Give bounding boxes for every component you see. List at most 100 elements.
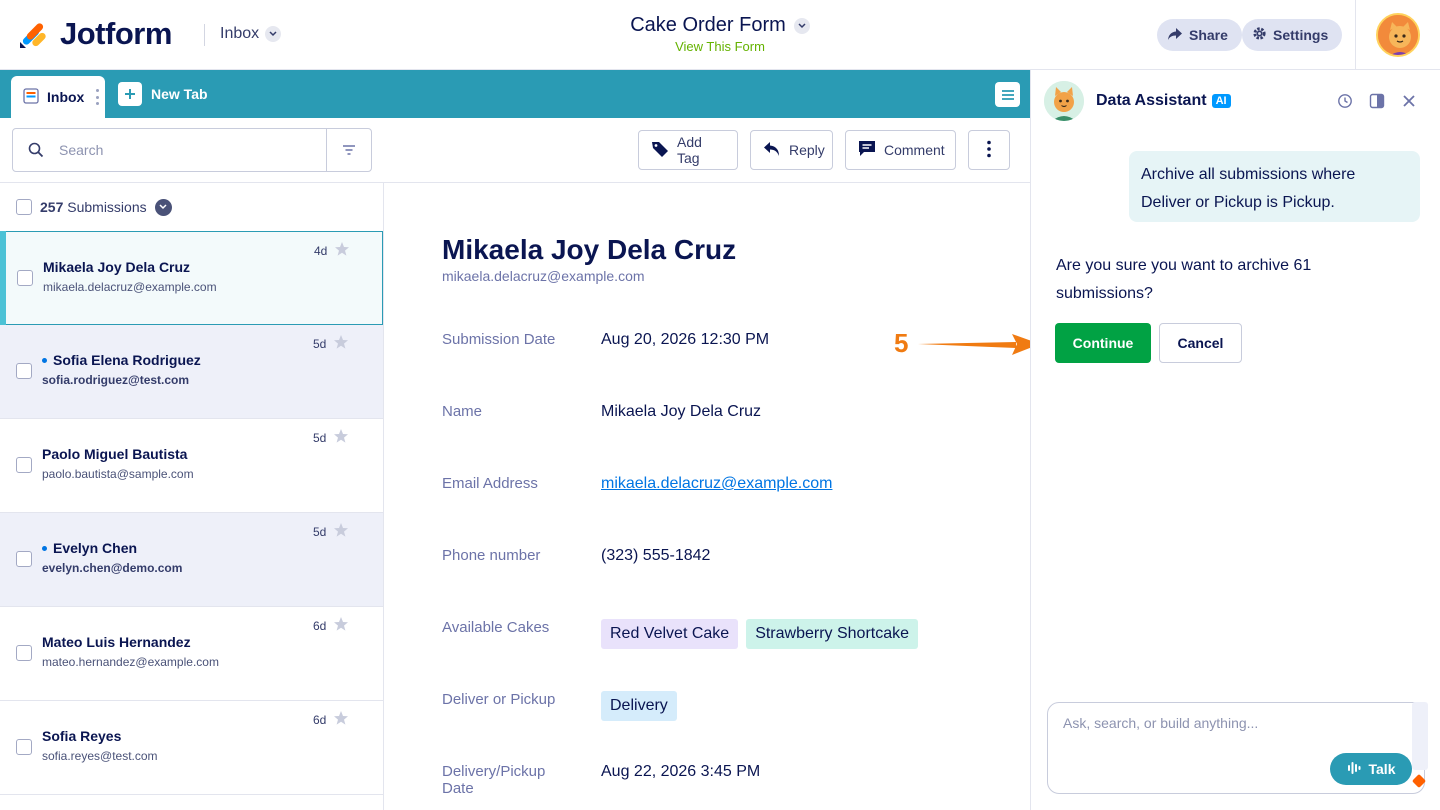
submission-rows: Mikaela Joy Dela Cruz mikaela.delacruz@ex… [0, 231, 383, 795]
row-email: paolo.bautista@sample.com [42, 467, 194, 481]
continue-button[interactable]: Continue [1055, 323, 1151, 363]
top-header: Jotform Inbox Cake Order Form View This … [0, 0, 1440, 70]
talk-button[interactable]: Talk [1330, 753, 1412, 785]
filter-button[interactable] [326, 129, 371, 171]
star-icon[interactable] [333, 334, 349, 355]
chat-input-box: Talk [1047, 702, 1425, 794]
row-checkbox[interactable] [16, 363, 32, 379]
vertical-dots-icon [987, 140, 991, 161]
cake-chip: Strawberry Shortcake [746, 619, 919, 649]
hamburger-menu-icon[interactable] [995, 82, 1020, 107]
row-checkbox[interactable] [16, 739, 32, 755]
row-name: Mikaela Joy Dela Cruz [43, 259, 191, 275]
submission-row[interactable]: Paolo Miguel Bautista paolo.bautista@samp… [0, 419, 383, 513]
user-avatar[interactable] [1376, 13, 1420, 57]
submission-row[interactable]: Mateo Luis Hernandez mateo.hernandez@exam… [0, 607, 383, 701]
row-age: 5d [313, 525, 327, 539]
search-icon [13, 129, 51, 171]
chevron-down-icon [793, 17, 810, 34]
reply-label: Reply [789, 142, 825, 158]
comment-label: Comment [884, 142, 945, 158]
row-age: 5d [313, 337, 327, 351]
inbox-dropdown-label: Inbox [220, 25, 260, 42]
settings-button[interactable]: Settings [1242, 19, 1343, 51]
name-label: Name [442, 403, 483, 420]
star-icon[interactable] [333, 428, 349, 449]
row-email: mateo.hernandez@example.com [42, 655, 219, 669]
row-checkbox[interactable] [16, 645, 32, 661]
delivery-chip: Delivery [601, 691, 677, 721]
share-label: Share [1189, 27, 1228, 43]
search-input[interactable] [51, 129, 326, 171]
submission-row[interactable]: Sofia Reyes sofia.reyes@test.com 6d [0, 701, 383, 795]
row-name: Paolo Miguel Bautista [42, 446, 188, 462]
deliver-pickup-value: Delivery [601, 691, 685, 721]
microphone-wave-icon [1347, 761, 1361, 777]
history-icon[interactable] [1336, 92, 1354, 110]
add-tag-button[interactable]: Add Tag [638, 130, 738, 170]
star-icon[interactable] [333, 522, 349, 543]
comment-button[interactable]: Comment [845, 130, 956, 170]
tab-bar: Inbox New Tab [0, 70, 1030, 118]
header-divider [204, 24, 205, 46]
assistant-avatar [1044, 81, 1084, 121]
row-checkbox[interactable] [16, 457, 32, 473]
row-age: 6d [313, 619, 327, 633]
brand-name: Jotform [60, 16, 172, 51]
row-age: 4d [314, 244, 328, 258]
cakes-label: Available Cakes [442, 619, 550, 636]
reply-button[interactable]: Reply [750, 130, 833, 170]
panel-toggle-icon[interactable] [1368, 92, 1386, 110]
close-icon[interactable] [1400, 92, 1418, 110]
search-box [12, 128, 372, 172]
more-options-button[interactable] [968, 130, 1010, 170]
tab-options-icon[interactable] [95, 89, 99, 105]
jotform-logo-icon [18, 18, 50, 50]
delivery-date-value: Aug 22, 2026 3:45 PM [601, 763, 761, 780]
submission-row[interactable]: Sofia Elena Rodriguez sofia.rodriguez@tes… [0, 325, 383, 419]
assistant-message: Are you sure you want to archive 61 subm… [1056, 257, 1312, 302]
submitter-name: Mikaela Joy Dela Cruz [442, 234, 737, 265]
row-age: 6d [313, 713, 327, 727]
view-form-link[interactable]: View This Form [675, 39, 765, 54]
jotform-logo[interactable]: Jotform [18, 16, 172, 52]
assistant-title: Data Assistant AI [1096, 92, 1231, 110]
email-link[interactable]: mikaela.delacruz@example.com [601, 475, 832, 493]
header-divider [1355, 0, 1356, 70]
star-icon[interactable] [334, 241, 350, 262]
chevron-down-icon[interactable] [154, 198, 172, 216]
phone-label: Phone number [442, 547, 541, 564]
row-checkbox[interactable] [17, 270, 33, 286]
chevron-down-icon [265, 26, 282, 42]
tab-inbox-label: Inbox [47, 89, 85, 105]
row-name: Mateo Luis Hernandez [42, 634, 191, 650]
submission-count: 257 Submissions [40, 199, 147, 215]
inbox-icon [23, 87, 39, 107]
form-title-dropdown[interactable]: Cake Order Form [630, 14, 810, 37]
row-checkbox[interactable] [16, 551, 32, 567]
talk-label: Talk [1368, 761, 1396, 777]
row-name: Sofia Reyes [42, 728, 122, 744]
star-icon[interactable] [333, 616, 349, 637]
submission-row[interactable]: Mikaela Joy Dela Cruz mikaela.delacruz@ex… [0, 231, 383, 325]
inbox-dropdown[interactable]: Inbox [220, 25, 282, 43]
star-icon[interactable] [333, 710, 349, 731]
phone-value: (323) 555-1842 [601, 547, 711, 564]
reply-icon [763, 141, 781, 160]
form-title: Cake Order Form [630, 14, 786, 36]
cancel-button[interactable]: Cancel [1159, 323, 1242, 363]
submission-date-value: Aug 20, 2026 12:30 PM [601, 331, 770, 348]
chat-input[interactable] [1063, 715, 1403, 745]
new-tab-button[interactable]: New Tab [118, 82, 208, 106]
tab-inbox[interactable]: Inbox [11, 76, 105, 118]
unread-dot-icon [42, 545, 47, 551]
arrow-right-icon [918, 334, 1040, 355]
submission-row[interactable]: Evelyn Chen evelyn.chen@demo.com 5d [0, 513, 383, 607]
settings-label: Settings [1273, 27, 1329, 43]
select-all-checkbox[interactable] [16, 199, 32, 215]
delivery-date-label: Delivery/Pickup Date [442, 763, 546, 797]
name-value: Mikaela Joy Dela Cruz [601, 403, 762, 420]
cake-chip: Red Velvet Cake [601, 619, 739, 649]
row-email: mikaela.delacruz@example.com [43, 280, 217, 294]
share-button[interactable]: Share [1157, 19, 1242, 51]
